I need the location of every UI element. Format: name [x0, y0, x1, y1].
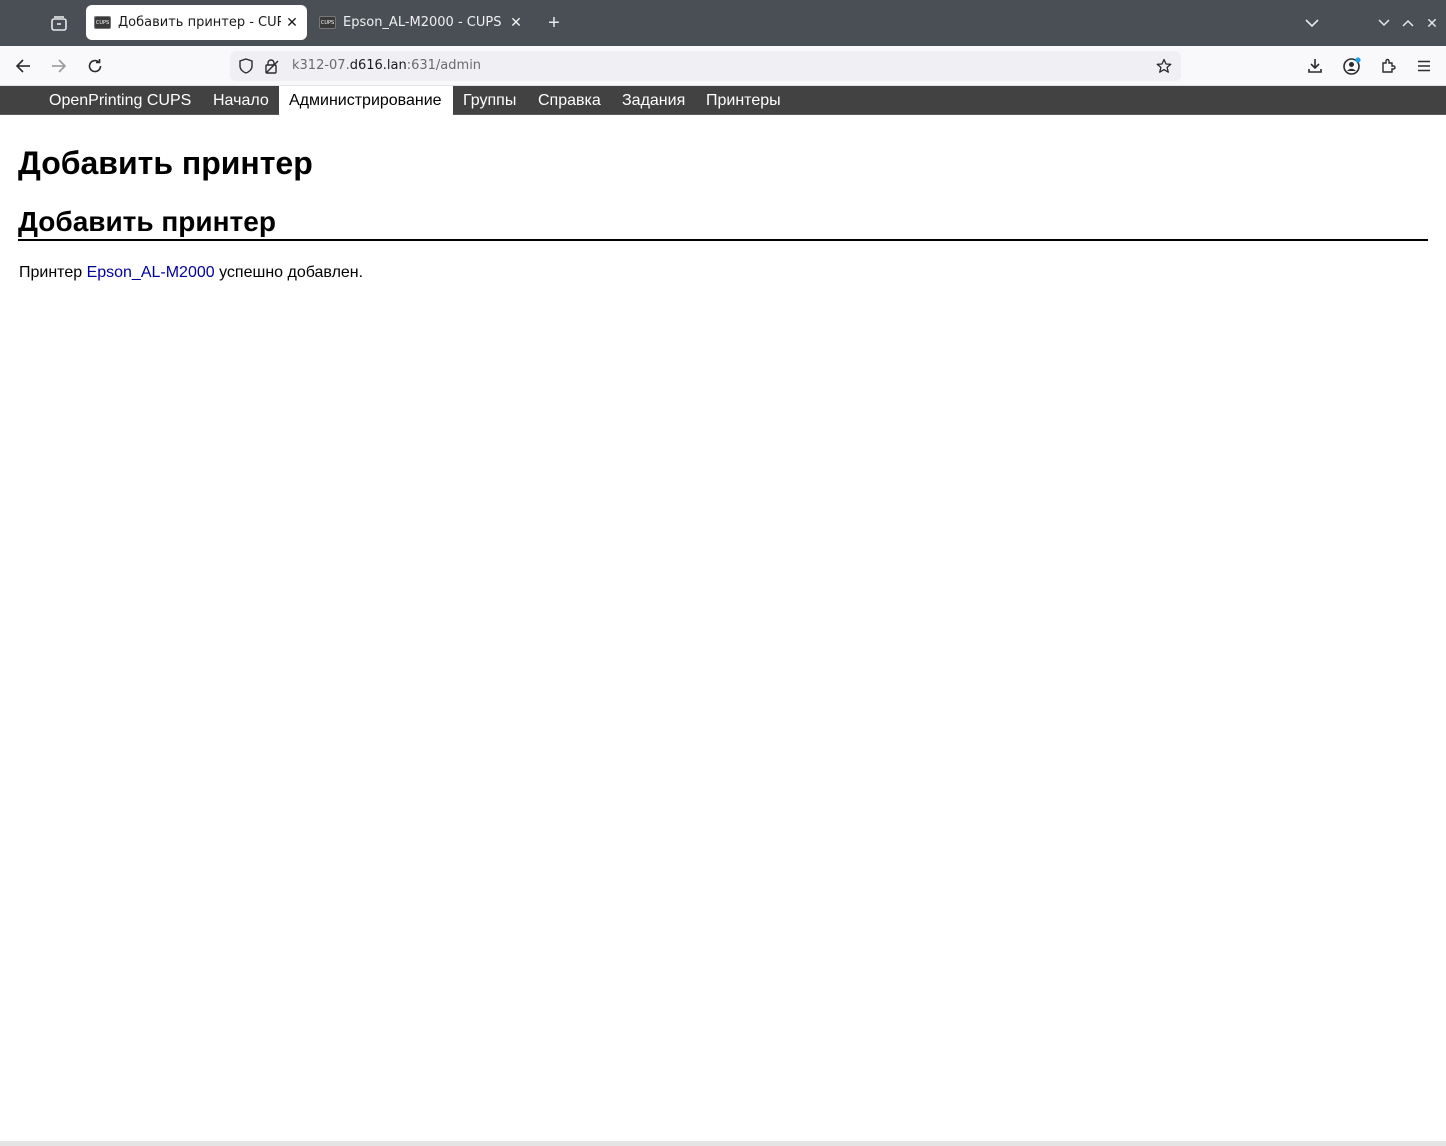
cups-favicon-icon: CUPS — [94, 16, 111, 29]
nav-jobs[interactable]: Задания — [612, 86, 695, 115]
message-prefix: Принтер — [19, 264, 87, 281]
page-title: Добавить принтер — [18, 145, 313, 181]
message-suffix: успешно добавлен. — [214, 264, 364, 281]
nav-help[interactable]: Справка — [528, 86, 611, 115]
close-window-icon[interactable]: ✕ — [1423, 13, 1441, 33]
url-host: d616.lan — [349, 58, 407, 73]
nav-printers[interactable]: Принтеры — [696, 86, 791, 115]
new-tab-icon[interactable]: + — [543, 12, 565, 34]
tab-add-printer[interactable]: CUPS Добавить принтер - CUPS 2.4.1 ✕ — [86, 5, 307, 40]
tab-epson-printer[interactable]: CUPS Epson_AL-M2000 - CUPS 2.4.1 ✕ — [311, 5, 531, 40]
url-text[interactable]: k312-07.d616.lan:631/admin — [292, 58, 481, 73]
nav-openprinting-cups[interactable]: OpenPrinting CUPS — [39, 86, 201, 115]
success-message: Принтер Epson_AL-M2000 успешно добавлен. — [19, 264, 363, 282]
nav-home[interactable]: Начало — [203, 86, 279, 115]
forward-arrow-icon[interactable] — [46, 54, 72, 78]
window-bottom-edge — [0, 1141, 1446, 1146]
cups-favicon-icon: CUPS — [319, 16, 336, 29]
nav-classes[interactable]: Группы — [453, 86, 526, 115]
tab-title: Epson_AL-M2000 - CUPS 2.4.1 — [343, 15, 505, 30]
browser-tab-strip: CUPS Добавить принтер - CUPS 2.4.1 ✕ CUP… — [0, 0, 1446, 46]
section-heading: Добавить принтер — [18, 205, 1428, 241]
list-all-tabs-icon[interactable] — [1302, 13, 1322, 33]
insecure-lock-icon[interactable] — [263, 57, 281, 75]
nav-administration[interactable]: Администрирование — [279, 86, 453, 115]
downloads-icon[interactable] — [1302, 54, 1328, 78]
address-bar[interactable]: k312-07.d616.lan:631/admin — [230, 51, 1181, 81]
back-arrow-icon[interactable] — [10, 54, 36, 78]
account-icon[interactable] — [1339, 54, 1365, 78]
printer-link[interactable]: Epson_AL-M2000 — [87, 264, 215, 281]
url-prefix: k312-07. — [292, 58, 350, 73]
bookmark-star-icon[interactable] — [1155, 57, 1173, 75]
menu-icon[interactable] — [1411, 54, 1437, 78]
reload-icon[interactable] — [82, 54, 108, 78]
close-tab-icon[interactable]: ✕ — [509, 15, 523, 31]
tab-overview-icon[interactable] — [48, 13, 70, 33]
tracking-protection-shield-icon[interactable] — [237, 57, 255, 75]
cups-navigation-bar: OpenPrinting CUPS Начало Администрирован… — [0, 86, 1446, 115]
maximize-window-icon[interactable] — [1399, 13, 1417, 33]
close-tab-icon[interactable]: ✕ — [285, 15, 299, 31]
url-suffix: :631/admin — [406, 58, 482, 73]
extensions-icon[interactable] — [1375, 54, 1401, 78]
tab-title: Добавить принтер - CUPS 2.4.1 — [118, 15, 281, 30]
minimize-window-icon[interactable] — [1375, 13, 1393, 33]
